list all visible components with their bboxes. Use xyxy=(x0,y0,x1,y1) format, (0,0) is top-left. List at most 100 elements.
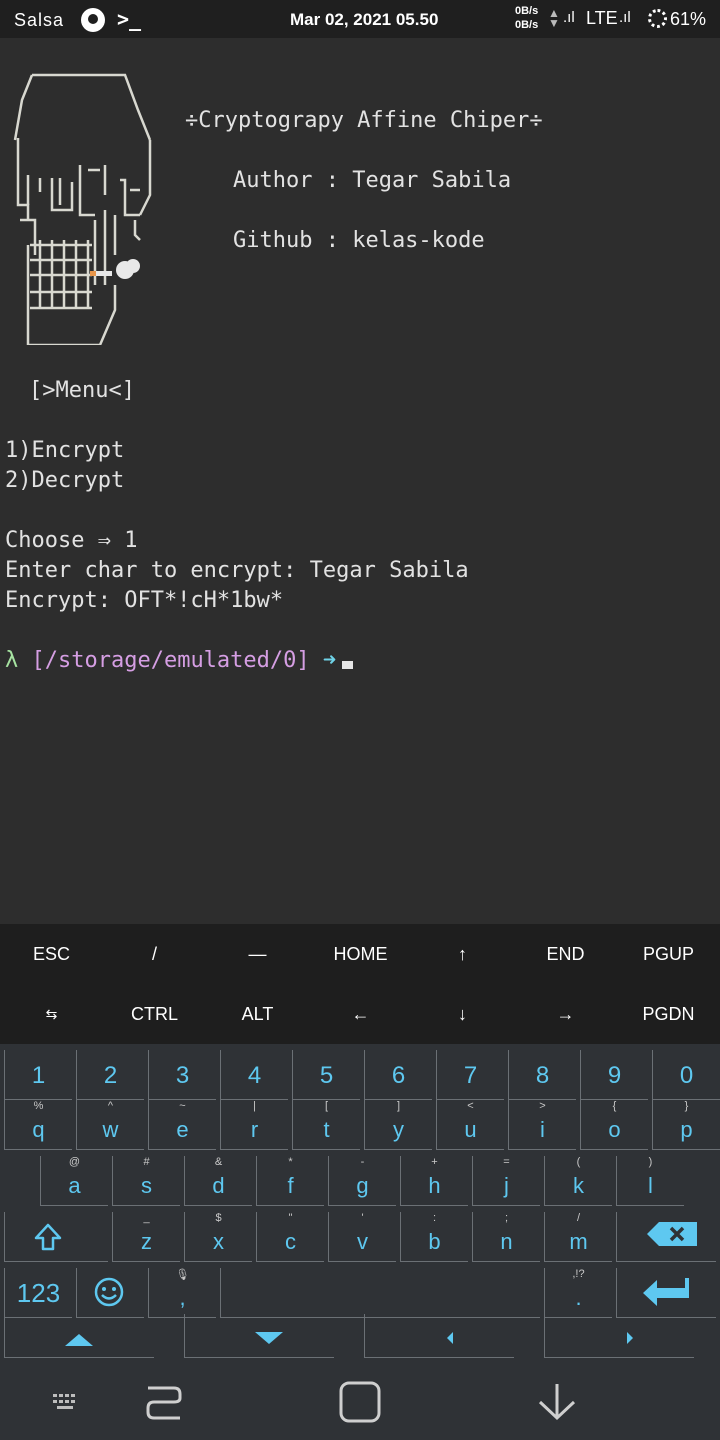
key-r[interactable]: | r xyxy=(220,1100,288,1150)
key-end[interactable]: END xyxy=(514,924,617,984)
key-6[interactable]: 6 xyxy=(364,1050,432,1100)
network-speed: 0B/s 0B/s xyxy=(515,4,538,32)
key-8[interactable]: 8 xyxy=(508,1050,576,1100)
key-label: 9 xyxy=(607,1062,622,1089)
key-t[interactable]: [t xyxy=(292,1100,360,1150)
key-slash[interactable]: / xyxy=(103,924,206,984)
terminal-screen[interactable]: ÷Cryptograpy Affine Chiper÷ Author : Teg… xyxy=(0,38,720,924)
key-alt-label: ,!? xyxy=(572,1268,585,1280)
key-alt-label: " xyxy=(288,1212,293,1224)
key-4[interactable]: 4 xyxy=(220,1050,288,1100)
key-right[interactable]: → xyxy=(514,984,617,1044)
key-label: g xyxy=(356,1173,369,1198)
key-2[interactable]: 2 xyxy=(76,1050,144,1100)
key-s[interactable]: # s xyxy=(112,1156,180,1206)
key-alt-label: = xyxy=(503,1156,510,1168)
key-alt-label: % xyxy=(33,1100,44,1112)
key-v[interactable]: ' v xyxy=(328,1212,396,1262)
key-label: n xyxy=(500,1229,513,1254)
key-up[interactable]: ↑ xyxy=(411,924,514,984)
recents-icon[interactable] xyxy=(144,1382,184,1422)
key-f[interactable]: * f xyxy=(256,1156,324,1206)
home-icon[interactable] xyxy=(338,1380,382,1424)
key-9[interactable]: 9 xyxy=(580,1050,648,1100)
key-p[interactable]: } p xyxy=(652,1100,720,1150)
key-j[interactable]: = j xyxy=(472,1156,540,1206)
key-period[interactable]: ,!?. xyxy=(544,1268,612,1318)
key-label: , xyxy=(179,1285,186,1310)
cursor-left-key[interactable] xyxy=(364,1314,514,1358)
key-ctrl[interactable]: CTRL xyxy=(103,984,206,1044)
key-m[interactable]: / m xyxy=(544,1212,612,1262)
key-enter[interactable] xyxy=(616,1268,716,1318)
key-o[interactable]: {o xyxy=(580,1100,648,1150)
key-alt[interactable]: ALT xyxy=(206,984,309,1044)
key-alt-label: # xyxy=(143,1156,150,1168)
prompt-lambda: λ xyxy=(5,648,19,673)
key-h[interactable]: + h xyxy=(400,1156,468,1206)
key-i[interactable]: > i xyxy=(508,1100,576,1150)
triangle-left-icon xyxy=(447,1332,453,1344)
key-alt-label: $ xyxy=(215,1212,222,1224)
key-q[interactable]: % q xyxy=(4,1100,72,1150)
key-alt-label: * xyxy=(288,1156,293,1168)
key-home[interactable]: HOME xyxy=(309,924,412,984)
key-k[interactable]: (k xyxy=(544,1156,612,1206)
key-shift[interactable] xyxy=(4,1212,108,1262)
status-bar: Salsa >_ Mar 02, 2021 05.50 0B/s 0B/s ▲ ▼… xyxy=(0,0,720,38)
key-left[interactable]: ← xyxy=(309,984,412,1044)
carrier-label: Salsa xyxy=(14,10,65,30)
cursor-right-key[interactable] xyxy=(544,1314,694,1358)
key-comma[interactable]: 🎙, xyxy=(148,1268,216,1318)
cursor-up-key[interactable] xyxy=(4,1314,154,1358)
key-1[interactable]: 1 xyxy=(4,1050,72,1100)
data-activity-icon: ▲ ▼ xyxy=(548,6,560,30)
key-u[interactable]: < u xyxy=(436,1100,504,1150)
key-label: k xyxy=(573,1173,584,1198)
cursor-down-key[interactable] xyxy=(184,1314,334,1358)
key-dash[interactable]: — xyxy=(206,924,309,984)
key-e[interactable]: ~ e xyxy=(148,1100,216,1150)
key-b[interactable]: :b xyxy=(400,1212,468,1262)
key-pgup[interactable]: PGUP xyxy=(617,924,720,984)
github-line: Github : kelas-kode xyxy=(233,228,485,253)
back-icon[interactable] xyxy=(536,1382,578,1422)
key-y[interactable]: ] y xyxy=(364,1100,432,1150)
key-label: j xyxy=(504,1173,509,1198)
key-7[interactable]: 7 xyxy=(436,1050,504,1100)
key-emoji[interactable] xyxy=(76,1268,144,1318)
key-alt-label: ^ xyxy=(107,1100,114,1112)
key-tab[interactable]: ⇆ xyxy=(0,984,103,1044)
network-type: LTE xyxy=(586,8,618,28)
key-alt-label: < xyxy=(467,1100,474,1112)
key-alt-label: ] xyxy=(396,1100,401,1112)
output-line: Encrypt: OFT*!cH*1bw* xyxy=(5,588,284,613)
keyboard-hide-icon[interactable] xyxy=(52,1392,78,1410)
key-a[interactable]: @ a xyxy=(40,1156,108,1206)
key-3[interactable]: 3 xyxy=(148,1050,216,1100)
menu-item-encrypt: 1)Encrypt xyxy=(5,438,125,463)
key-label: 1 xyxy=(31,1062,46,1089)
key-z[interactable]: _ z xyxy=(112,1212,180,1262)
key-0[interactable]: 0 xyxy=(652,1050,720,1100)
key-pgdn[interactable]: PGDN xyxy=(617,984,720,1044)
prompt-path: [/storage/emulated/0] xyxy=(31,648,310,673)
key-l[interactable]: ) l xyxy=(616,1156,684,1206)
key-esc[interactable]: ESC xyxy=(0,924,103,984)
key-down[interactable]: ↓ xyxy=(411,984,514,1044)
shell-prompt[interactable]: λ [/storage/emulated/0] ➜ xyxy=(5,648,354,673)
key-g[interactable]: -g xyxy=(328,1156,396,1206)
key-label: p xyxy=(680,1117,693,1142)
key-n[interactable]: ; n xyxy=(472,1212,540,1262)
key-backspace[interactable] xyxy=(616,1212,716,1262)
key-x[interactable]: $ x xyxy=(184,1212,252,1262)
key-w[interactable]: ^ w xyxy=(76,1100,144,1150)
key-alt-label: > xyxy=(539,1100,546,1112)
key-5[interactable]: 5 xyxy=(292,1050,360,1100)
key-space[interactable] xyxy=(220,1268,540,1318)
key-symbols[interactable]: 123 xyxy=(4,1268,72,1318)
key-c[interactable]: " c xyxy=(256,1212,324,1262)
net-up: 0B/s xyxy=(515,5,539,17)
key-d[interactable]: & d xyxy=(184,1156,252,1206)
choose-line: Choose ⇒ 1 xyxy=(5,528,138,553)
